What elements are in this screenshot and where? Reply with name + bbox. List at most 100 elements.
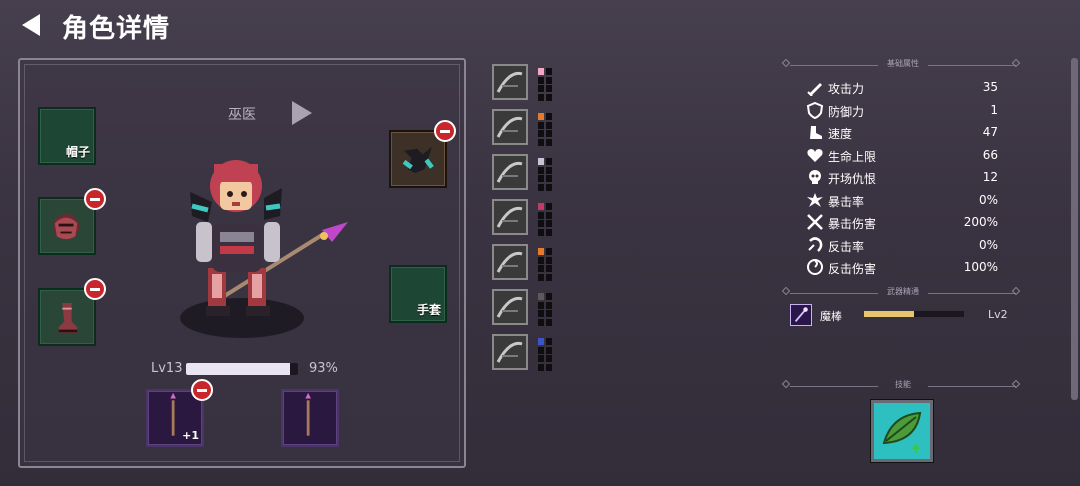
mastery-bar-fill: [864, 311, 914, 317]
header: 角色详情: [0, 0, 1080, 52]
xp-bar-fill: [186, 363, 291, 375]
skill-rank-cell: [538, 113, 544, 120]
boot-skill-icon[interactable]: [492, 64, 528, 100]
stat-row: 生命上限 66: [806, 145, 1004, 167]
skill-rank-grid: [538, 68, 554, 102]
back-arrow-icon[interactable]: [20, 12, 44, 38]
skill-rank-cell: [546, 318, 552, 326]
skill-rank-cell: [538, 166, 544, 174]
skill-rank-cell: [546, 301, 552, 309]
skills-header: 技能: [784, 379, 1022, 393]
skill-rank-cell: [538, 93, 544, 101]
stat-value: 35: [982, 80, 998, 94]
next-class-arrow-icon[interactable]: [290, 99, 314, 127]
stat-value: 12: [982, 170, 998, 184]
stat-name: 生命上限: [828, 149, 877, 164]
skill-rank-cell: [546, 76, 552, 84]
skull-icon: [809, 170, 821, 184]
hat-slot-label: 帽子: [65, 145, 90, 159]
skill-rank-cell: [546, 158, 552, 165]
skill-rank-grid: [538, 203, 554, 237]
counter-icon: [808, 236, 823, 252]
skill-rank-grid: [538, 113, 554, 147]
unequip-weapon-button[interactable]: [191, 379, 213, 401]
stat-row: 反击率 0%: [806, 235, 1004, 257]
horned-helmet-icon: [402, 146, 434, 173]
skill-rank-cell: [546, 68, 552, 75]
green-leaf-skill-button[interactable]: [871, 400, 933, 462]
staff-icon: [305, 392, 311, 436]
gloves-slot[interactable]: 手套: [389, 265, 447, 323]
skill-rank-cell: [546, 175, 552, 182]
skill-rank-cell: [538, 346, 544, 354]
skill-rank-cell: [546, 211, 552, 219]
skill-rank-cell: [546, 310, 552, 317]
skill-row: [492, 244, 562, 284]
skill-rank-cell: [546, 273, 552, 281]
skill-rank-cell: [538, 318, 544, 326]
skill-rank-cell: [546, 338, 552, 345]
heart-icon: [807, 148, 823, 162]
page-title: 角色详情: [62, 14, 171, 44]
unequip-armor-button[interactable]: [84, 188, 106, 210]
skill-rank-cell: [538, 355, 544, 362]
forest-skill-icon[interactable]: [492, 109, 528, 145]
skill-rank-cell: [538, 183, 544, 191]
skill-rank-cell: [538, 301, 544, 309]
skill-rank-cell: [538, 248, 544, 255]
skill-rank-cell: [538, 310, 544, 317]
skill-rank-cell: [538, 228, 544, 236]
skill-rank-cell: [538, 175, 544, 182]
crossed-swords-icon: [807, 214, 823, 230]
weapon-plus-label: +1: [182, 429, 199, 442]
skill-row: [492, 334, 562, 374]
base-stats-title: 基础属性: [887, 59, 919, 68]
green-leaf-skill-icon: [874, 403, 930, 459]
shadow-skill-icon[interactable]: [492, 289, 528, 325]
scrollbar[interactable]: [1071, 58, 1078, 400]
skill-row: [492, 199, 562, 239]
skill-rank-cell: [546, 183, 552, 191]
skill-row: [492, 64, 562, 104]
skill-rank-grid: [538, 293, 554, 327]
leaf-skill-icon[interactable]: [492, 154, 528, 190]
stat-value: 0%: [978, 192, 998, 207]
hat-slot[interactable]: 帽子: [38, 107, 96, 165]
skill-rank-cell: [538, 76, 544, 84]
skill-rank-cell: [546, 113, 552, 120]
skill-rank-cell: [546, 355, 552, 362]
skill-rank-cell: [538, 256, 544, 264]
stat-row: 开场仇恨 12: [806, 167, 1004, 189]
stat-name: 防御力: [828, 104, 865, 119]
weapon-mastery-title: 武器精通: [887, 287, 919, 296]
unequip-boots-button[interactable]: [84, 278, 106, 300]
stat-row: 暴击伤害 200%: [806, 212, 1004, 234]
mastery-level: Lv2: [988, 308, 1008, 321]
skill-rank-cell: [538, 138, 544, 146]
skill-rank-cell: [546, 363, 552, 371]
stat-value: 66: [982, 147, 998, 162]
skill-rank-cell: [546, 85, 552, 92]
skill-rank-cell: [546, 220, 552, 227]
stat-name: 速度: [828, 127, 853, 141]
armor-icon: [53, 213, 80, 240]
skill-rank-cell: [538, 85, 544, 92]
xp-percent: 93%: [309, 361, 338, 376]
skill-rank-cell: [546, 256, 552, 264]
skill-rank-cell: [546, 228, 552, 236]
branch-skill-icon[interactable]: [492, 334, 528, 370]
sword-skill-icon[interactable]: [492, 199, 528, 235]
skill-rank-cell: [538, 273, 544, 281]
skill-rank-grid: [538, 248, 554, 282]
web-skill-icon[interactable]: [492, 244, 528, 280]
skill-rank-cell: [546, 203, 552, 210]
skill-rank-cell: [538, 220, 544, 227]
skill-rank-cell: [538, 211, 544, 219]
crit-burst-icon: [807, 192, 823, 207]
skill-row: [492, 109, 562, 149]
unequip-helmet-button[interactable]: [434, 120, 456, 142]
skill-rank-cell: [538, 121, 544, 129]
weapon-slot-2[interactable]: [281, 389, 339, 447]
boots-icon: [58, 303, 78, 333]
skill-rank-grid: [538, 338, 554, 372]
